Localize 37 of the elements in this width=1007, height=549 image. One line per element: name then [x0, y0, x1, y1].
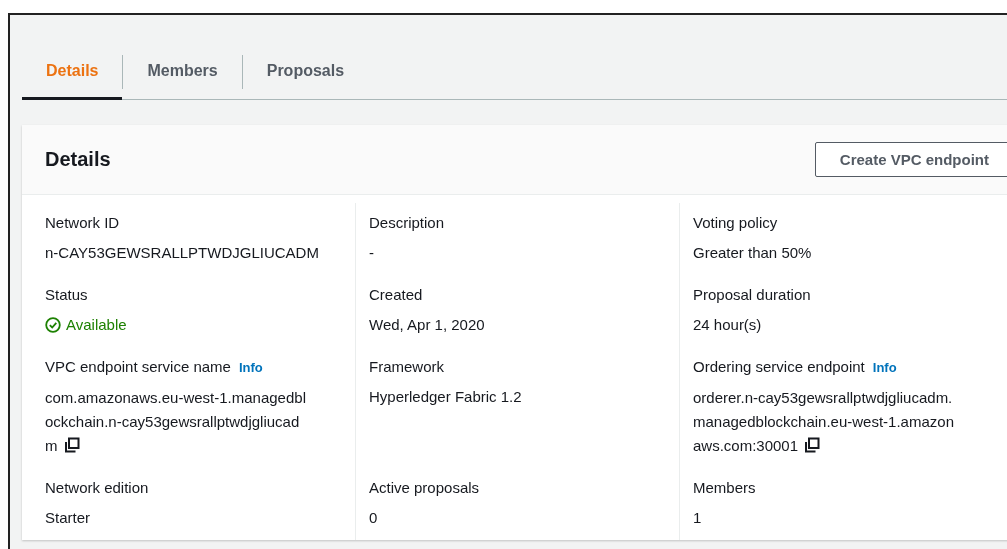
field-value: 24 hour(s) — [693, 316, 762, 333]
field-label: Description — [369, 213, 445, 233]
tab[interactable]: Members — [123, 45, 242, 100]
check-circle-icon — [45, 317, 61, 333]
field-value: com.amazonaws.eu-west-1.managedbl — [45, 389, 306, 406]
field-label: VPC endpoint service name — [45, 357, 231, 377]
field-value: Wed, Apr 1, 2020 — [369, 316, 485, 333]
copy-icon[interactable] — [804, 437, 821, 453]
status-value: Available — [66, 315, 127, 335]
field-value: ockchain.n-cay53gewsrallptwdjgliucad — [45, 413, 300, 430]
field-label: Ordering service endpoint — [693, 357, 865, 377]
field-value: managedblockchain.eu-west-1.amazon — [693, 413, 954, 430]
field-value: m — [45, 437, 58, 454]
field-value: aws.com:30001 — [693, 437, 799, 454]
field-value: orderer.n-cay53gewsrallptwdjgliucadm. — [693, 389, 953, 406]
copy-icon[interactable] — [63, 437, 80, 453]
field-value: - — [369, 244, 374, 261]
field-value: 1 — [693, 509, 702, 526]
field-label: Framework — [369, 357, 444, 377]
field-label: Created — [369, 285, 423, 305]
field-value: Hyperledger Fabric 1.2 — [369, 388, 522, 405]
field-label: Proposal duration — [693, 285, 811, 305]
field-value: Greater than 50% — [693, 244, 812, 261]
field-label: Voting policy — [693, 213, 778, 233]
field-label: Active proposals — [369, 478, 480, 498]
field-label: Network edition — [45, 478, 149, 498]
field-label: Members — [693, 478, 756, 498]
info-link[interactable]: Info — [238, 358, 263, 378]
tab[interactable]: Proposals — [242, 45, 369, 100]
field-value: n-CAY53GEWSRALLPTWDJGLIUCADM — [45, 244, 319, 261]
create-vpc-endpoint-button[interactable]: Create VPC endpoint — [814, 142, 1007, 177]
field-value: 0 — [369, 509, 378, 526]
field-value: Starter — [45, 509, 90, 526]
info-link[interactable]: Info — [872, 358, 897, 378]
field-label: Network ID — [45, 213, 120, 233]
field-label: Status — [45, 285, 88, 305]
card-title: Details — [45, 148, 111, 171]
